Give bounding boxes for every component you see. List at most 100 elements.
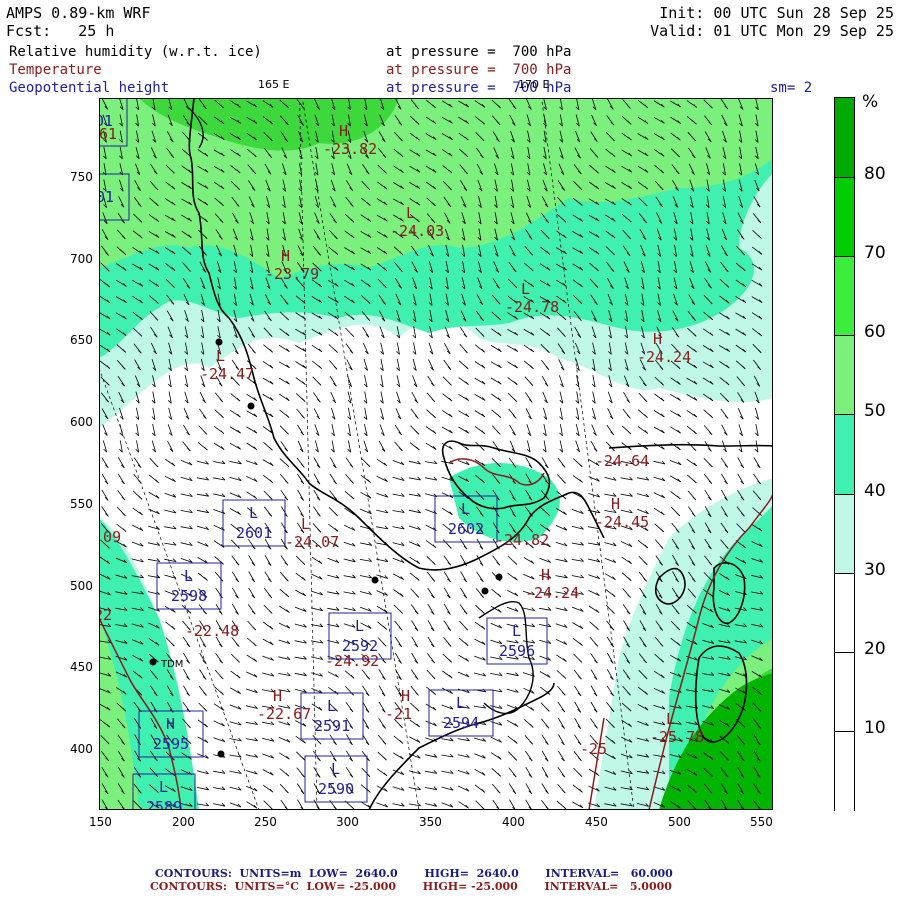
y-tick-label: 650 [70, 333, 93, 347]
temperature-extremum-letter: H [281, 247, 290, 265]
colorbar-label: 40 [864, 480, 886, 501]
colorbar-segment [835, 730, 854, 812]
longitude-label-170: 170 E [518, 78, 550, 91]
y-tick-label: 700 [70, 252, 93, 266]
x-tick-label: 300 [336, 815, 359, 829]
temperature-value-label: -24.64 [595, 452, 649, 470]
temperature-extremum-letter: L [521, 280, 530, 298]
forecast-hour: Fcst: 25 h [6, 22, 115, 40]
height-value-label: 2598 [171, 587, 207, 605]
height-extremum-letter: L [461, 500, 470, 518]
y-tick-label: 400 [70, 742, 93, 756]
longitude-label-165: 165 E [258, 78, 290, 91]
smooth-label: sm= 2 [770, 80, 813, 96]
temperature-value-label: -25.78 [650, 728, 704, 746]
temperature-extremum-letter: H [273, 687, 282, 705]
colorbar-label: 30 [864, 559, 886, 580]
temperature-extremum-letter: L [216, 347, 225, 365]
temperature-value-label: -22.67 [257, 705, 311, 723]
temperature-value-label: -24.07 [285, 533, 339, 551]
colorbar-unit: % [862, 92, 879, 112]
temperature-value-label: -23.79 [265, 265, 319, 283]
valid-time: Valid: 01 UTC Mon 29 Sep 25 [650, 22, 894, 40]
y-tick-label: 750 [70, 170, 93, 184]
x-tick-label: 250 [254, 815, 277, 829]
field2-name: Temperature [9, 62, 102, 78]
temperature-extremum-letter: L [301, 515, 310, 533]
height-extremum-letter: H [166, 715, 175, 733]
height-value-label: 2594 [443, 714, 479, 732]
x-tick-label: 450 [585, 815, 608, 829]
temperature-value-label: .61 [99, 125, 117, 143]
field3-name: Geopotential height [9, 80, 170, 96]
map-plot: L2601L2602L2598L2592L2596L2591L2594H2595… [99, 98, 773, 810]
temperature-value-label: -24.24 [525, 584, 579, 602]
temperature-value-label: -24.24 [637, 348, 691, 366]
init-time: Init: 00 UTC Sun 28 Sep 25 [659, 4, 894, 22]
height-extremum-letter: L [456, 694, 465, 712]
height-value-label: 2589 [146, 798, 182, 810]
field2-level: at pressure = 700 hPa [386, 62, 572, 78]
temperature-value-label: .22 [99, 606, 112, 624]
height-value-label: 2602 [448, 520, 484, 538]
colorbar-label: 50 [864, 401, 886, 422]
height-value-label: 2590 [318, 780, 354, 798]
height-value-label: 01 [99, 188, 114, 206]
height-value-label: 2591 [314, 717, 350, 735]
colorbar-segment [835, 493, 854, 575]
y-tick-label: 500 [70, 579, 93, 593]
colorbar-label: 70 [864, 243, 886, 264]
temperature-value-label: -24.78 [505, 298, 559, 316]
temperature-value-label: -25 [580, 740, 607, 758]
field1-level: at pressure = 700 hPa [386, 44, 572, 60]
colorbar-segment [835, 98, 854, 178]
y-tick-label: 550 [70, 497, 93, 511]
footer-temperature-contours: CONTOURS: UNITS=°C LOW= -25.000 HIGH= -2… [150, 880, 672, 893]
temperature-extremum-letter: H [339, 122, 348, 140]
temperature-value-label: -24.82 [495, 531, 549, 549]
temperature-extremum-letter: H [541, 566, 550, 584]
x-tick-label: 200 [172, 815, 195, 829]
height-extremum-letter: L [184, 567, 193, 585]
height-value-label: 2601 [236, 524, 272, 542]
temperature-extremum-letter: H [401, 687, 410, 705]
height-extremum-letter: L [327, 697, 336, 715]
colorbar-segment [835, 177, 854, 258]
temperature-extremum-letter: L [406, 204, 415, 222]
y-tick-label: 600 [70, 415, 93, 429]
colorbar-label: 20 [864, 638, 886, 659]
x-tick-label: 500 [668, 815, 691, 829]
colorbar-segment [835, 572, 854, 654]
colorbar-segment [835, 414, 854, 496]
temperature-extremum-letter: L [666, 710, 675, 728]
station-label: TDM [160, 659, 183, 670]
colorbar-segment [835, 256, 854, 337]
colorbar [834, 97, 855, 812]
height-value-label: 2596 [499, 642, 535, 660]
temperature-value-label: -24.03 [390, 222, 444, 240]
temperature-extremum-letter: H [611, 495, 620, 513]
height-extremum-letter: L [159, 778, 168, 796]
model-title: AMPS 0.89-km WRF [6, 4, 151, 22]
temperature-value-label: -24.47 [200, 365, 254, 383]
height-extremum-letter: L [512, 622, 521, 640]
temperature-value-label: 3.09 [99, 528, 121, 546]
x-tick-label: 150 [89, 815, 112, 829]
temperature-value-label: -21 [385, 705, 412, 723]
x-tick-label: 550 [750, 815, 773, 829]
colorbar-segment [835, 651, 854, 733]
field1-name: Relative humidity (w.r.t. ice) [9, 44, 262, 60]
height-extremum-letter: L [331, 760, 340, 778]
height-extremum-letter: L [249, 504, 258, 522]
colorbar-label: 10 [864, 717, 886, 738]
colorbar-label: 80 [864, 164, 886, 185]
x-tick-label: 400 [502, 815, 525, 829]
y-tick-label: 450 [70, 660, 93, 674]
footer-height-contours: CONTOURS: UNITS=m LOW= 2640.0 HIGH= 2640… [155, 867, 673, 880]
temperature-value-label: -22.48 [185, 622, 239, 640]
height-extremum-letter: L [355, 617, 364, 635]
colorbar-segment [835, 335, 854, 416]
temperature-value-label: -24.45 [595, 513, 649, 531]
colorbar-label: 60 [864, 322, 886, 343]
x-tick-label: 350 [419, 815, 442, 829]
